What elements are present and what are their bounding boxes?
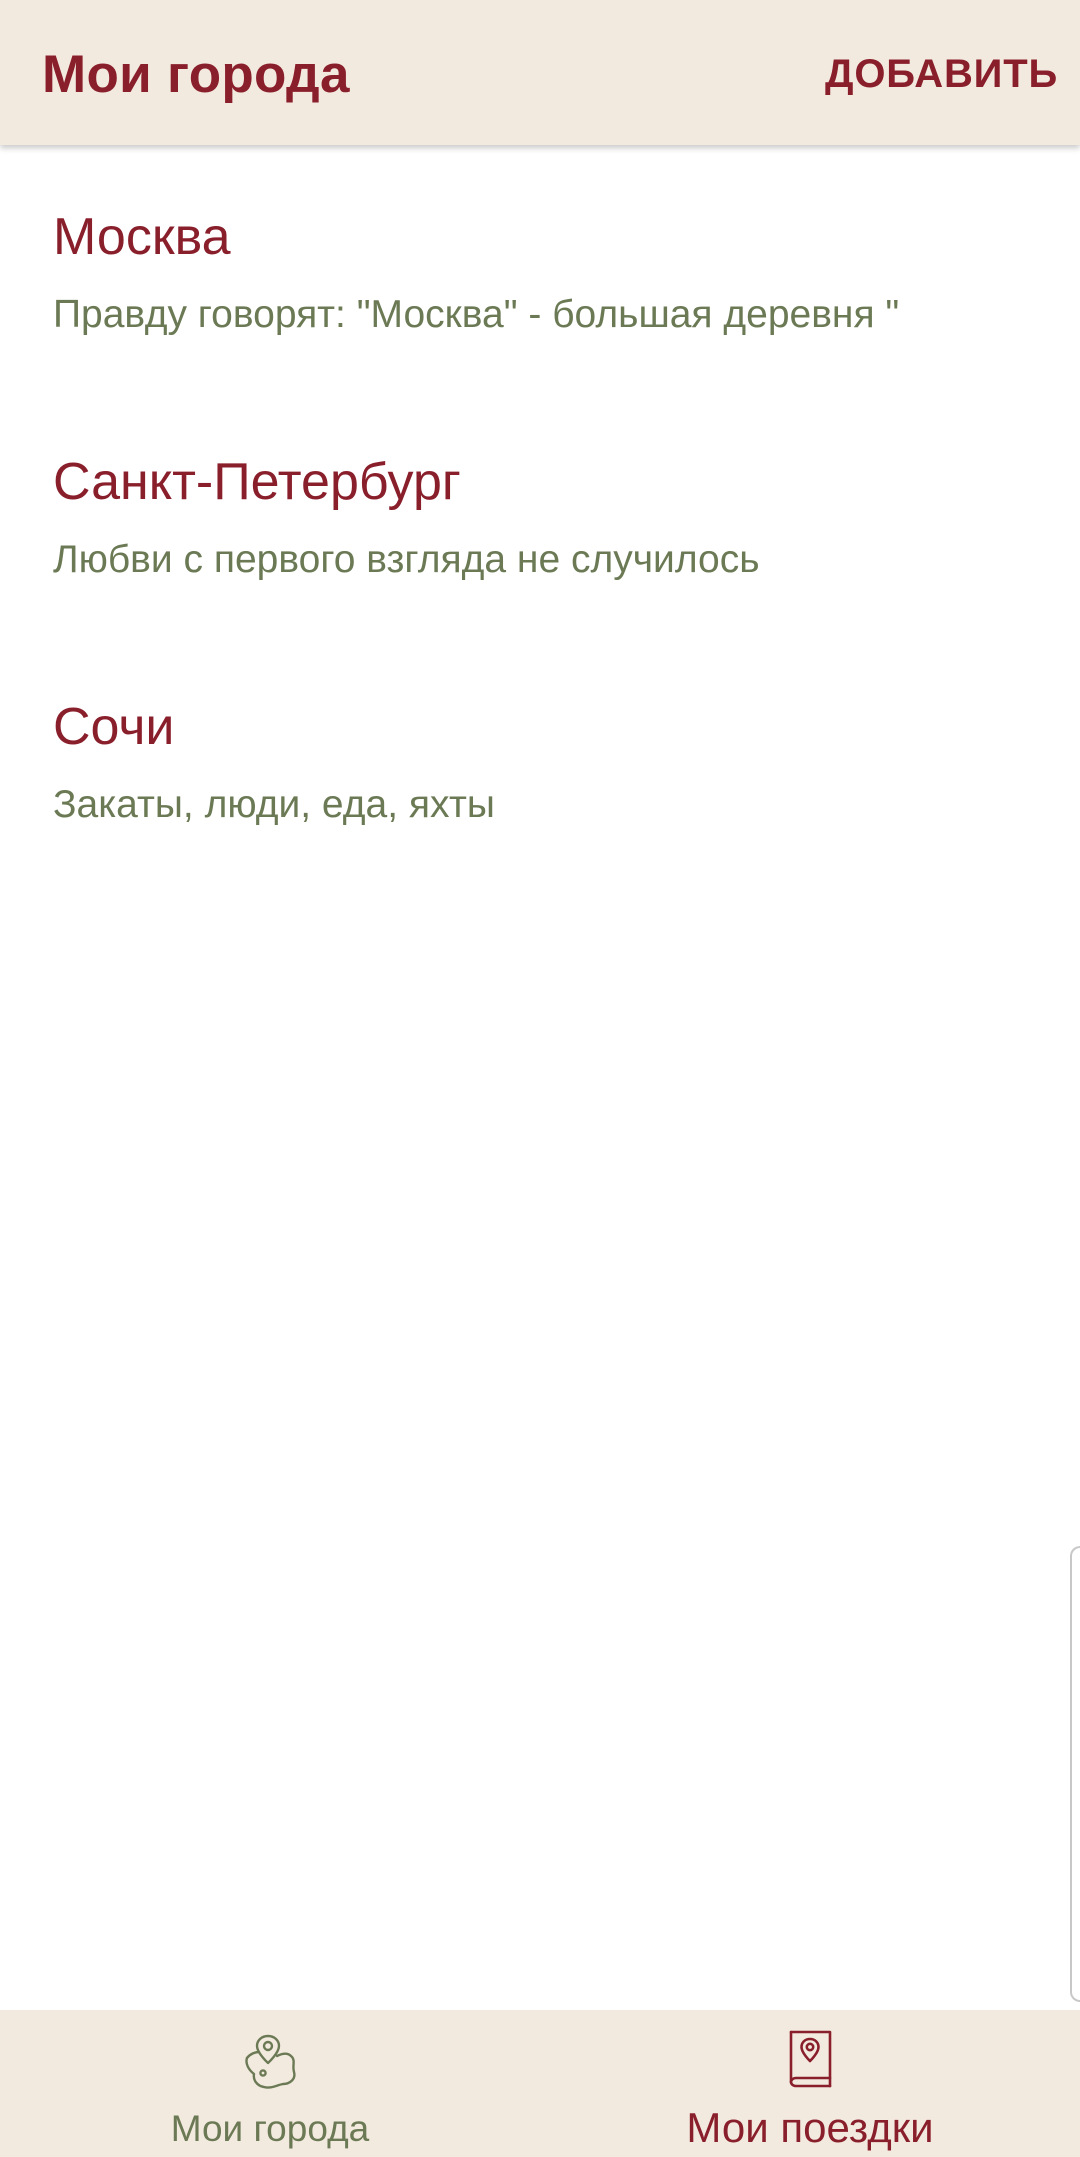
city-item-sochi[interactable]: Сочи Закаты, люди, еда, яхты	[0, 635, 1080, 880]
page-title: Мои города	[42, 45, 350, 104]
city-list: Москва Правду говорят: "Москва" - больша…	[0, 145, 1080, 880]
city-map-pin-icon	[239, 2032, 301, 2099]
city-name: Сочи	[53, 698, 175, 756]
city-description: Любви с первого взгляда не случилось	[53, 538, 760, 581]
add-button[interactable]: ДОБАВИТЬ	[825, 52, 1058, 97]
nav-label: Мои города	[170, 2108, 370, 2149]
app-bar: Мои города ДОБАВИТЬ	[0, 0, 1080, 145]
city-item-moscow[interactable]: Москва Правду говорят: "Москва" - больша…	[0, 145, 1080, 390]
city-description: Правду говорят: "Москва" - большая дерев…	[53, 293, 900, 336]
nav-label: Мои поездки	[686, 2104, 934, 2151]
city-description: Закаты, люди, еда, яхты	[53, 783, 495, 826]
city-item-saint-petersburg[interactable]: Санкт-Петербург Любви с первого взгляда …	[0, 390, 1080, 635]
edge-panel-handle[interactable]	[1070, 1546, 1080, 2002]
nav-item-my-cities[interactable]: Мои города	[0, 2010, 540, 2157]
bottom-navigation: Мои города Мои поездки	[0, 2010, 1080, 2157]
travel-book-icon	[784, 2028, 836, 2093]
city-name: Москва	[53, 208, 231, 266]
city-name: Санкт-Петербург	[53, 453, 461, 511]
nav-item-my-trips[interactable]: Мои поездки	[540, 2010, 1080, 2157]
